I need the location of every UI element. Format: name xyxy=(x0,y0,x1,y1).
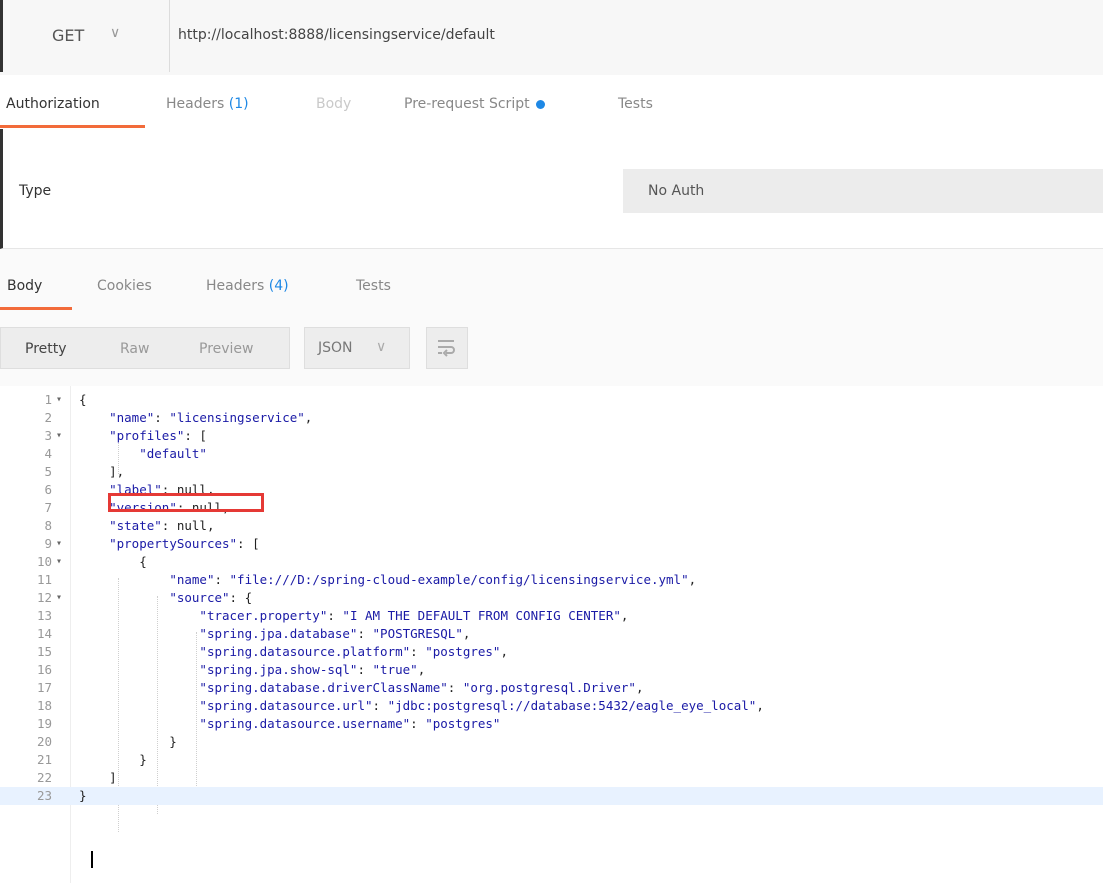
code-line: 4 "default" xyxy=(0,445,1103,463)
code-text: "spring.datasource.url": "jdbc:postgresq… xyxy=(199,698,764,713)
code-line: 18 "spring.datasource.url": "jdbc:postgr… xyxy=(0,697,1103,715)
fold-toggle-icon[interactable]: ▾ xyxy=(56,589,62,607)
line-number: 9 xyxy=(44,536,52,551)
fold-toggle-icon[interactable]: ▾ xyxy=(56,535,62,553)
tab-body[interactable]: Body xyxy=(316,96,351,112)
code-text: "spring.jpa.show-sql": "true", xyxy=(199,662,426,677)
response-tab-body[interactable]: Body xyxy=(7,278,42,294)
line-number: 16 xyxy=(36,662,52,677)
line-number: 13 xyxy=(36,608,52,623)
tab-pre-request-script[interactable]: Pre-request Script xyxy=(404,96,545,112)
tab-headers[interactable]: Headers (1) xyxy=(166,96,249,112)
code-text: } xyxy=(79,788,87,803)
fold-toggle-icon[interactable]: ▾ xyxy=(56,553,62,571)
code-line: 22 ] xyxy=(0,769,1103,787)
language-label: JSON xyxy=(318,340,353,356)
code-line: 1 ▾ { xyxy=(0,391,1103,409)
code-text: } xyxy=(79,752,147,767)
url-input[interactable]: http://localhost:8888/licensingservice/d… xyxy=(178,27,495,43)
line-number: 20 xyxy=(36,734,52,749)
code-line: 16 "spring.jpa.show-sql": "true", xyxy=(0,661,1103,679)
response-active-underline xyxy=(0,307,72,310)
line-number: 17 xyxy=(36,680,52,695)
code-line: 13 "tracer.property": "I AM THE DEFAULT … xyxy=(0,607,1103,625)
line-number: 10 xyxy=(36,554,52,569)
code-text: { xyxy=(79,554,147,569)
code-line: 19 "spring.datasource.username": "postgr… xyxy=(0,715,1103,733)
response-tab-cookies[interactable]: Cookies xyxy=(97,278,152,294)
line-number: 6 xyxy=(44,482,52,497)
line-number: 5 xyxy=(44,464,52,479)
highlight-box xyxy=(108,493,264,512)
code-text: "spring.jpa.database": "POSTGRESQL", xyxy=(199,626,471,641)
code-text: ], xyxy=(79,464,125,479)
line-number: 3 xyxy=(44,428,52,443)
code-text: "spring.database.driverClassName": "org.… xyxy=(199,680,644,695)
code-line: 21 } xyxy=(0,751,1103,769)
code-text: "state": null, xyxy=(109,518,215,533)
code-line: 17 "spring.database.driverClassName": "o… xyxy=(0,679,1103,697)
code-text: "source": { xyxy=(169,590,253,605)
code-text: "name": "file:///D:/spring-cloud-example… xyxy=(169,572,697,587)
line-number: 8 xyxy=(44,518,52,533)
code-line: 11 "name": "file:///D:/spring-cloud-exam… xyxy=(0,571,1103,589)
chevron-down-icon: ∨ xyxy=(376,339,387,355)
mode-preview[interactable]: Preview xyxy=(199,341,254,357)
line-number: 15 xyxy=(36,644,52,659)
line-number: 7 xyxy=(44,500,52,515)
tab-authorization[interactable]: Authorization xyxy=(6,96,100,112)
line-number: 21 xyxy=(36,752,52,767)
code-text: } xyxy=(79,734,177,749)
line-number: 4 xyxy=(44,446,52,461)
indicator-dot-icon xyxy=(535,99,545,109)
line-number: 11 xyxy=(36,572,52,587)
code-text: { xyxy=(79,392,87,407)
code-line: 3 ▾ "profiles": [ xyxy=(0,427,1103,445)
code-line: 9 ▾ "propertySources": [ xyxy=(0,535,1103,553)
code-text: "name": "licensingservice", xyxy=(109,410,313,425)
tab-tests[interactable]: Tests xyxy=(618,96,653,112)
line-number: 18 xyxy=(36,698,52,713)
fold-toggle-icon[interactable]: ▾ xyxy=(56,427,62,445)
chevron-down-icon: ∨ xyxy=(110,25,121,41)
code-text: "propertySources": [ xyxy=(109,536,260,551)
method-label: GET xyxy=(52,26,85,45)
line-number: 12 xyxy=(36,590,52,605)
response-tabs xyxy=(0,249,1103,312)
auth-type-value: No Auth xyxy=(648,183,705,199)
code-text: "tracer.property": "I AM THE DEFAULT FRO… xyxy=(199,608,629,623)
code-line: 15 "spring.datasource.platform": "postgr… xyxy=(0,643,1103,661)
mode-pretty[interactable]: Pretty xyxy=(25,341,67,357)
code-line: 5 ], xyxy=(0,463,1103,481)
code-line: 10 ▾ { xyxy=(0,553,1103,571)
code-line: 23} xyxy=(0,787,1103,805)
wrap-lines-icon xyxy=(438,340,455,357)
method-select[interactable] xyxy=(0,0,170,72)
code-text: ] xyxy=(79,770,117,785)
text-cursor xyxy=(91,851,93,868)
code-text: "spring.datasource.platform": "postgres"… xyxy=(199,644,508,659)
line-number: 14 xyxy=(36,626,52,641)
code-text: "default" xyxy=(139,446,207,461)
response-tab-tests[interactable]: Tests xyxy=(356,278,391,294)
line-number: 23 xyxy=(36,788,52,803)
code-text: "spring.datasource.username": "postgres" xyxy=(199,716,501,731)
line-number: 19 xyxy=(36,716,52,731)
mode-raw[interactable]: Raw xyxy=(120,341,149,357)
response-tab-headers[interactable]: Headers (4) xyxy=(206,278,289,294)
fold-toggle-icon[interactable]: ▾ xyxy=(56,391,62,409)
line-number: 1 xyxy=(44,392,52,407)
code-line: 8 "state": null, xyxy=(0,517,1103,535)
auth-type-label: Type xyxy=(19,183,52,199)
code-line: 20 } xyxy=(0,733,1103,751)
line-number: 22 xyxy=(36,770,52,785)
code-line: 14 "spring.jpa.database": "POSTGRESQL", xyxy=(0,625,1103,643)
active-tab-underline xyxy=(0,125,145,128)
code-text: "profiles": [ xyxy=(109,428,207,443)
line-number: 2 xyxy=(44,410,52,425)
code-line: 12 ▾ "source": { xyxy=(0,589,1103,607)
code-line: 2 "name": "licensingservice", xyxy=(0,409,1103,427)
